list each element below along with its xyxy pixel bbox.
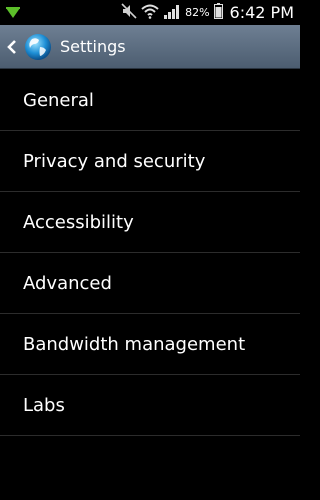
chevron-left-icon (7, 39, 16, 54)
page-title: Settings (60, 37, 126, 56)
settings-item-advanced[interactable]: Advanced (0, 253, 300, 314)
status-bar: 82% 6:42 PM (0, 0, 300, 25)
action-bar: Settings (0, 25, 300, 69)
settings-item-label: Bandwidth management (23, 333, 246, 355)
up-navigation-button[interactable] (0, 25, 53, 69)
mute-icon (121, 2, 137, 23)
screen: 82% 6:42 PM Settings General Privacy and… (0, 0, 300, 500)
signal-icon (163, 3, 181, 23)
settings-item-label: Labs (23, 394, 65, 416)
settings-item-label: Accessibility (23, 211, 134, 233)
clock: 6:42 PM (229, 3, 294, 22)
download-arrow-icon[interactable] (5, 4, 21, 23)
battery-icon (213, 2, 223, 23)
settings-list: General Privacy and security Accessibili… (0, 70, 300, 436)
battery-percent: 82% (185, 6, 210, 19)
settings-item-label: Advanced (23, 272, 112, 294)
settings-item-accessibility[interactable]: Accessibility (0, 192, 300, 253)
settings-item-privacy-and-security[interactable]: Privacy and security (0, 131, 300, 192)
settings-item-bandwidth-management[interactable]: Bandwidth management (0, 314, 300, 375)
settings-item-labs[interactable]: Labs (0, 375, 300, 436)
settings-item-label: Privacy and security (23, 150, 206, 172)
status-icons: 82% 6:42 PM (121, 0, 294, 25)
settings-item-general[interactable]: General (0, 70, 300, 131)
wifi-icon (141, 3, 159, 23)
globe-icon (25, 33, 51, 60)
settings-item-label: General (23, 89, 94, 111)
